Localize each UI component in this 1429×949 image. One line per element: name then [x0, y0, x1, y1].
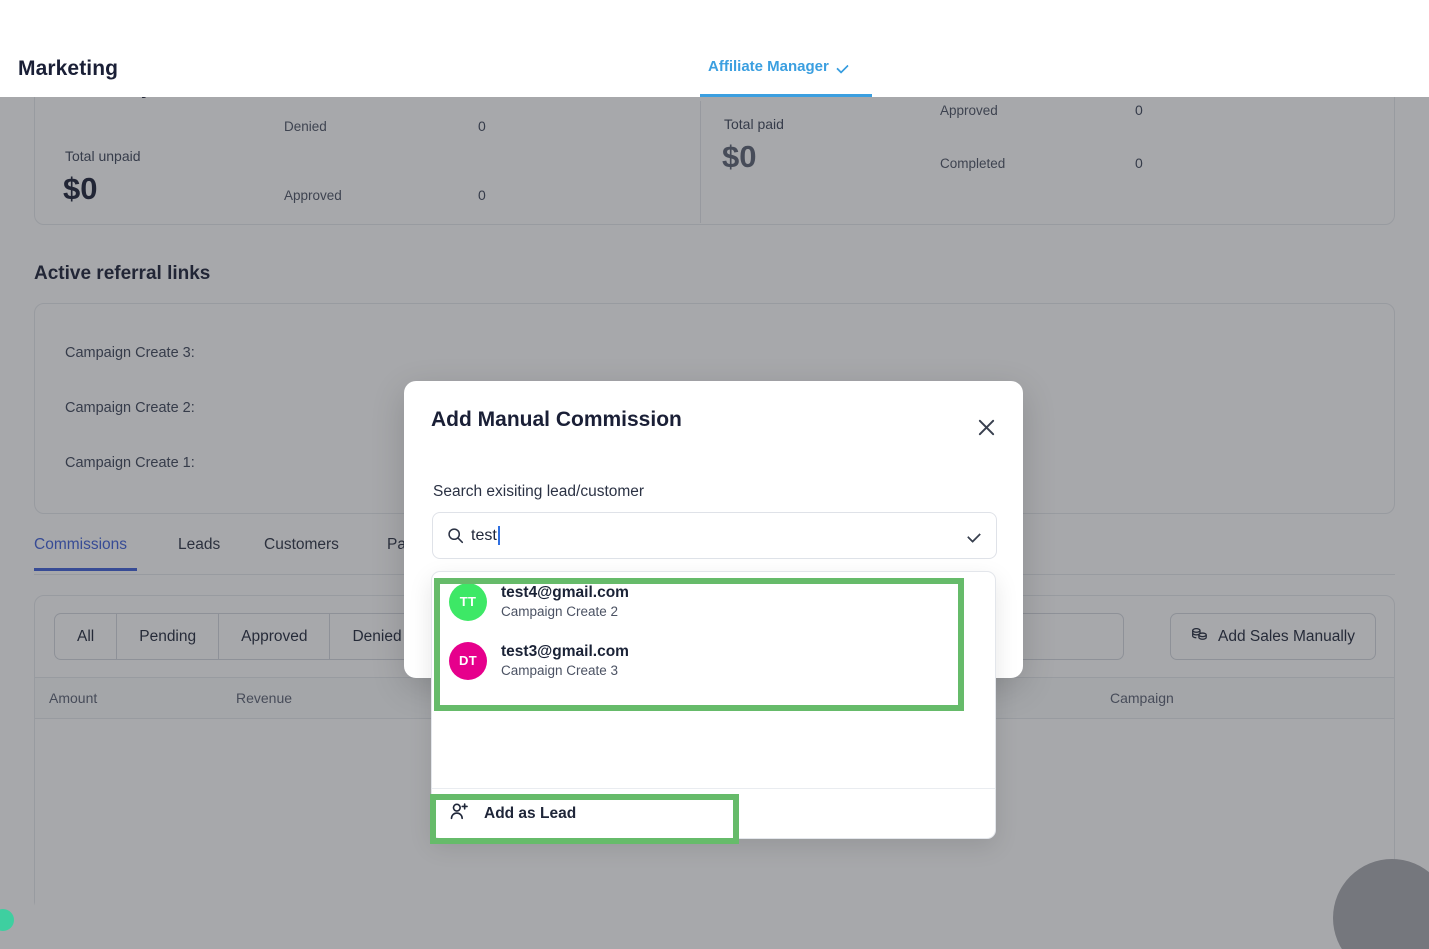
- add-as-lead-button[interactable]: Add as Lead: [432, 789, 995, 838]
- page-title: Marketing: [18, 57, 119, 80]
- search-results-list: TT test4@gmail.com Campaign Create 2 DT …: [432, 572, 995, 690]
- lead-customer-search-field[interactable]: test: [432, 512, 997, 559]
- nav-tab-label: Affiliate Manager: [708, 58, 829, 75]
- add-as-lead-label: Add as Lead: [484, 805, 577, 822]
- close-icon[interactable]: [973, 414, 999, 440]
- avatar: DT: [449, 641, 487, 680]
- result-email: test4@gmail.com: [501, 584, 629, 601]
- search-input[interactable]: test: [471, 527, 497, 545]
- app-root: Summary Total unpaid $0 Denied 0 Approve…: [0, 0, 1429, 949]
- text-cursor: [497, 526, 500, 545]
- search-results-dropdown: TT test4@gmail.com Campaign Create 2 DT …: [431, 571, 996, 839]
- chevron-down-icon[interactable]: [966, 528, 982, 543]
- avatar: TT: [449, 582, 487, 621]
- nav-tab-underline: [700, 94, 872, 97]
- person-add-icon: [449, 801, 470, 827]
- nav-tab-affiliate-manager[interactable]: Affiliate Manager: [708, 58, 849, 97]
- result-campaign: Campaign Create 3: [501, 663, 619, 678]
- modal-title: Add Manual Commission: [431, 408, 682, 431]
- list-item[interactable]: TT test4@gmail.com Campaign Create 2: [432, 572, 995, 631]
- result-campaign: Campaign Create 2: [501, 604, 619, 619]
- result-email: test3@gmail.com: [501, 643, 629, 660]
- top-navigation-bar: Marketing Affiliate Manager: [0, 0, 1429, 97]
- chevron-down-icon: [835, 61, 849, 74]
- search-field-label: Search exisiting lead/customer: [433, 483, 645, 500]
- list-item[interactable]: DT test3@gmail.com Campaign Create 3: [432, 631, 995, 690]
- search-icon: [447, 527, 464, 544]
